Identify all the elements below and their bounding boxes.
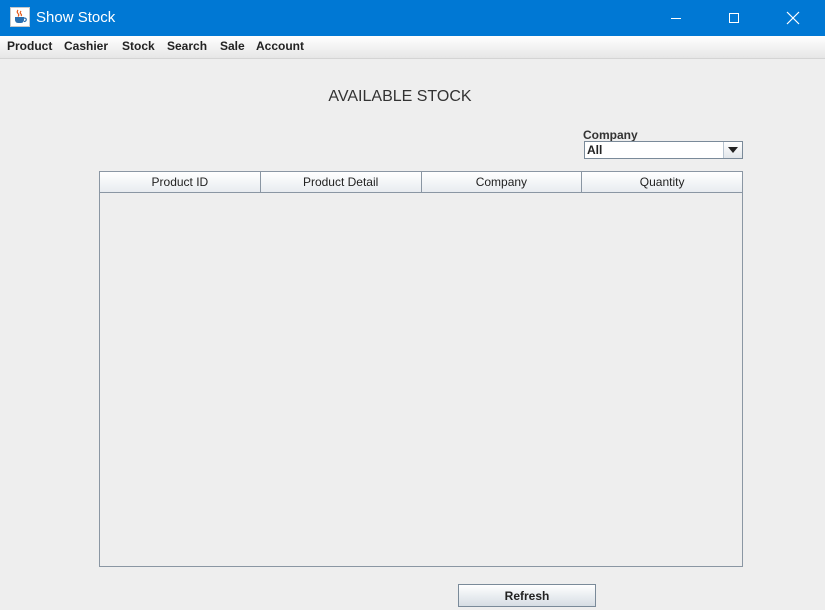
column-header-product-detail[interactable]: Product Detail <box>261 172 422 192</box>
menu-product[interactable]: Product <box>7 39 52 54</box>
minimize-button[interactable] <box>647 0 705 36</box>
column-header-company[interactable]: Company <box>422 172 583 192</box>
dropdown-arrow-button[interactable] <box>723 142 742 158</box>
close-button[interactable] <box>764 0 822 36</box>
stock-table[interactable]: Product ID Product Detail Company Quanti… <box>99 171 743 567</box>
menu-sale[interactable]: Sale <box>220 39 245 54</box>
title-bar[interactable]: Show Stock <box>0 0 825 36</box>
window-title: Show Stock <box>36 9 116 26</box>
minimize-icon <box>671 18 681 19</box>
menu-account[interactable]: Account <box>256 39 304 54</box>
menu-cashier[interactable]: Cashier <box>64 39 108 54</box>
company-filter-dropdown[interactable]: All <box>584 141 743 159</box>
menu-search[interactable]: Search <box>167 39 207 54</box>
company-filter-value: All <box>587 143 603 157</box>
column-header-product-id[interactable]: Product ID <box>100 172 261 192</box>
page-title: AVAILABLE STOCK <box>328 88 472 105</box>
maximize-button[interactable] <box>705 0 763 36</box>
table-header: Product ID Product Detail Company Quanti… <box>100 172 742 193</box>
maximize-icon <box>729 13 739 23</box>
column-header-quantity[interactable]: Quantity <box>582 172 742 192</box>
menu-stock[interactable]: Stock <box>122 39 155 54</box>
chevron-down-icon <box>728 147 738 153</box>
menu-bar: Product Cashier Stock Search Sale Accoun… <box>0 36 825 59</box>
refresh-button[interactable]: Refresh <box>458 584 596 607</box>
close-icon <box>786 11 800 25</box>
java-cup-icon <box>10 7 30 27</box>
company-filter-label: Company <box>583 128 638 142</box>
